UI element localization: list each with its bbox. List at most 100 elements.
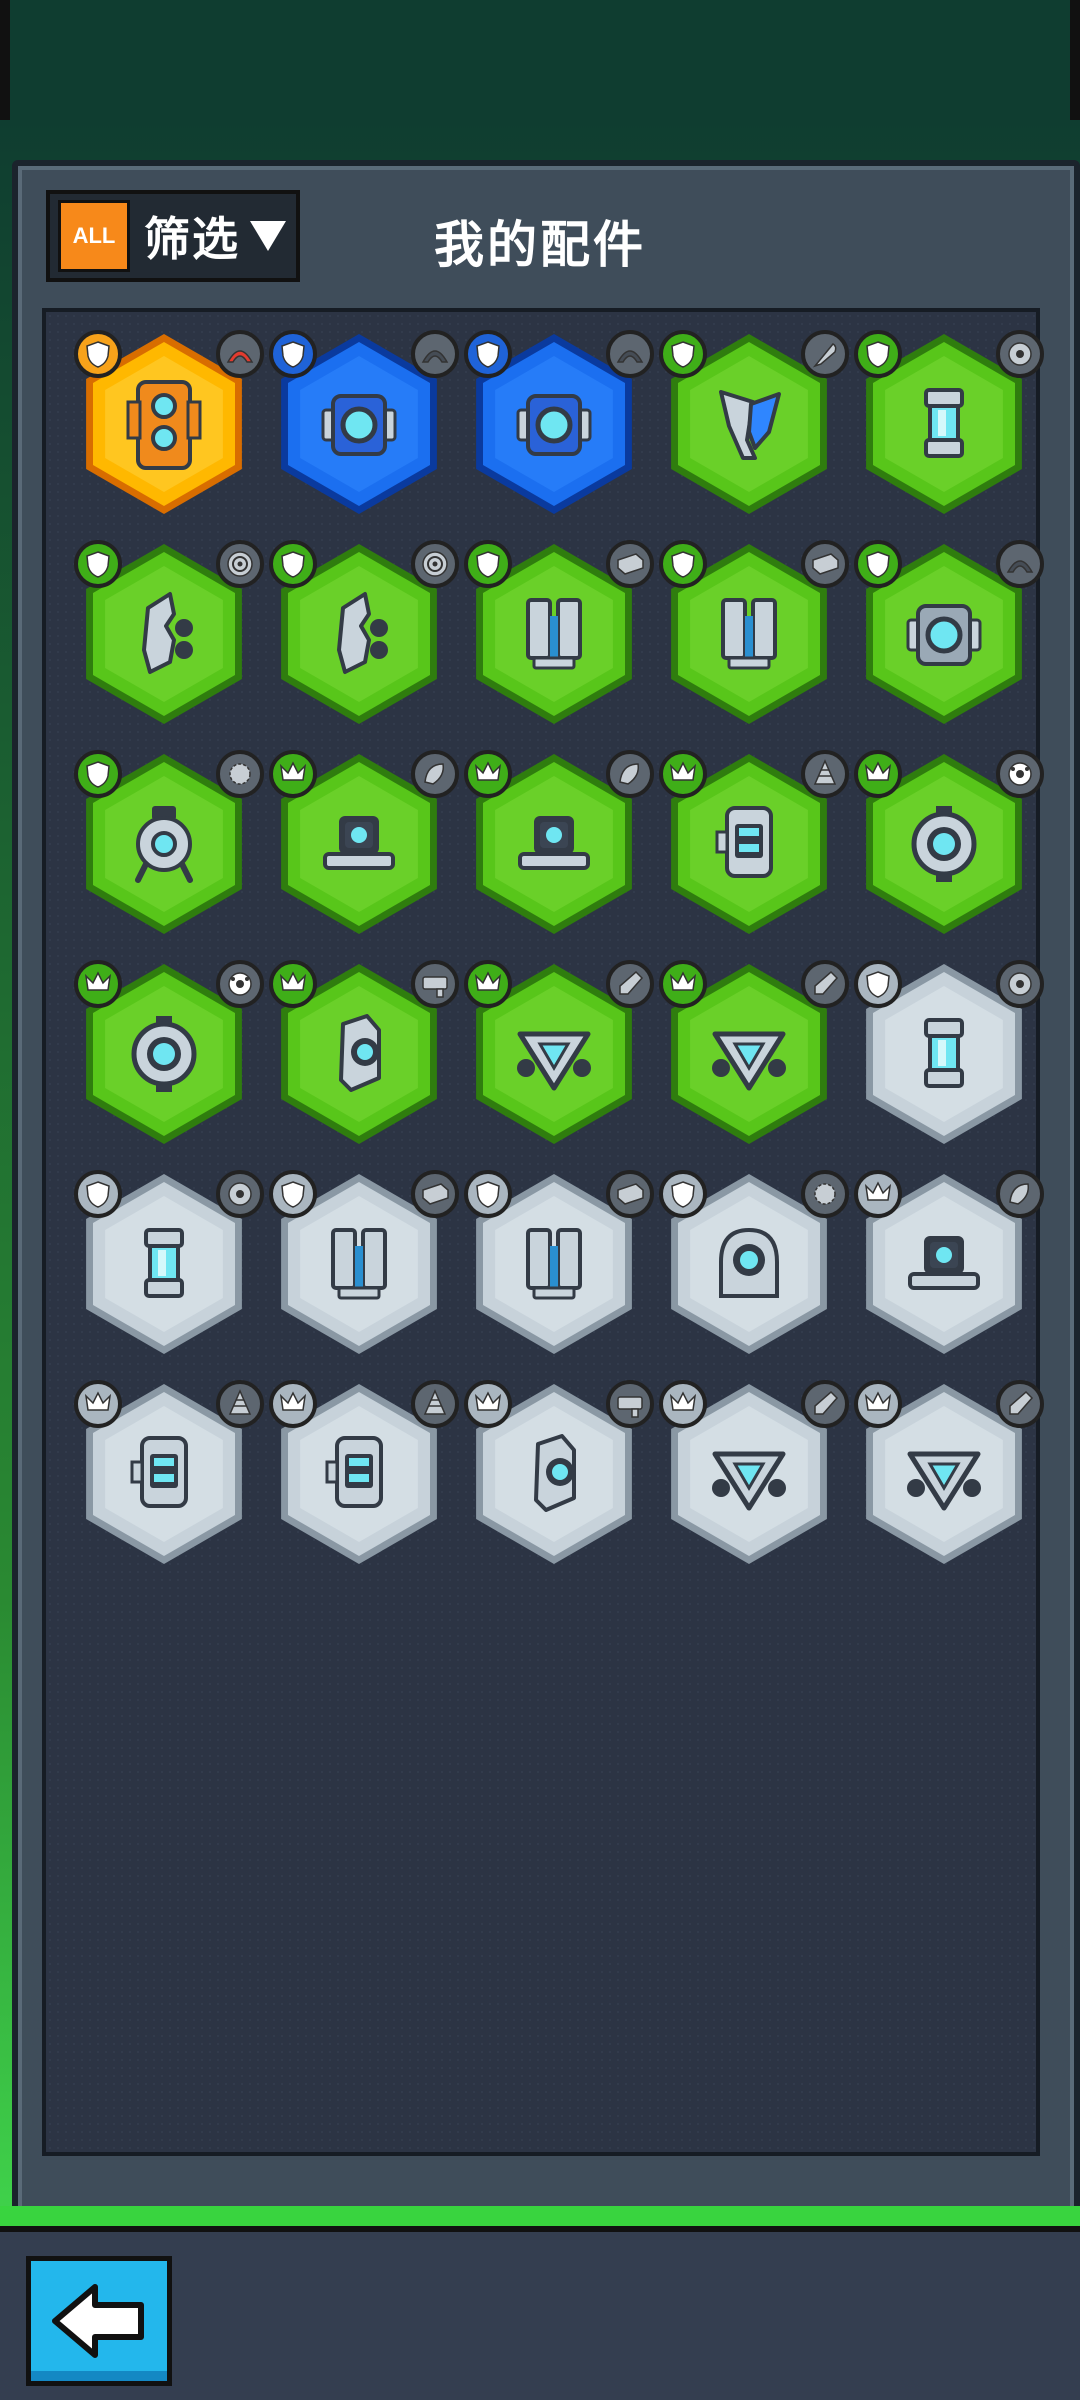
shield-icon (74, 750, 122, 798)
back-button[interactable] (26, 2256, 172, 2386)
shell-icon (411, 750, 459, 798)
shield-icon (74, 330, 122, 378)
drill-icon (216, 1380, 264, 1428)
part-tile-twin-pillar[interactable] (456, 530, 654, 740)
gear-star-icon (996, 330, 1044, 378)
crown-icon (269, 750, 317, 798)
part-tile-eye-ring[interactable] (846, 740, 1044, 950)
crown-icon (659, 960, 707, 1008)
part-tile-cabinet[interactable] (261, 1370, 459, 1580)
shield-icon (659, 1170, 707, 1218)
turbine-icon (216, 540, 264, 588)
gun-icon (606, 1380, 654, 1428)
part-tile-core-cube[interactable] (456, 320, 654, 530)
parts-grid (66, 320, 1044, 1580)
part-tile-eye-pod[interactable] (456, 1370, 654, 1580)
ball-icon (216, 960, 264, 1008)
shield-icon (659, 540, 707, 588)
crown-icon (659, 1380, 707, 1428)
crown-icon (269, 1380, 317, 1428)
crown-icon (464, 960, 512, 1008)
part-tile-twin-pillar[interactable] (651, 530, 849, 740)
filter-button[interactable]: ALL 筛选 (46, 190, 300, 282)
part-tile-side-claw[interactable] (66, 530, 264, 740)
part-tile-eye-dome[interactable] (651, 1160, 849, 1370)
helmet-gray-icon (606, 330, 654, 378)
part-tile-core-cube[interactable] (846, 530, 1044, 740)
bottom-separator (0, 2206, 1080, 2226)
turbine-icon (411, 540, 459, 588)
part-tile-side-claw[interactable] (261, 530, 459, 740)
drill-icon (801, 750, 849, 798)
part-tile-tri-emitter[interactable] (456, 950, 654, 1160)
part-tile-tri-emitter[interactable] (846, 1370, 1044, 1580)
page-title: 我的配件 (434, 217, 646, 273)
part-tile-twin-eye-block[interactable] (66, 320, 264, 530)
part-tile-tri-emitter[interactable] (651, 950, 849, 1160)
part-tile-cabinet[interactable] (66, 1370, 264, 1580)
top-bar (0, 0, 1080, 120)
ball-icon (996, 750, 1044, 798)
part-tile-cabinet[interactable] (651, 740, 849, 950)
shield-icon (464, 540, 512, 588)
crown-icon (659, 750, 707, 798)
shell-icon (996, 1170, 1044, 1218)
crown-icon (854, 1170, 902, 1218)
part-tile-twin-pillar[interactable] (261, 1160, 459, 1370)
part-tile-core-cube[interactable] (261, 320, 459, 530)
part-tile-eye-walker[interactable] (66, 740, 264, 950)
part-tile-tri-emitter[interactable] (651, 1370, 849, 1580)
bottle-icon (801, 960, 849, 1008)
part-tile-twin-pillar[interactable] (456, 1160, 654, 1370)
bottle-icon (996, 1380, 1044, 1428)
feather-icon (801, 330, 849, 378)
part-tile-eye-ring[interactable] (66, 950, 264, 1160)
crown-icon (74, 960, 122, 1008)
shield-icon (74, 540, 122, 588)
brick-icon (606, 1170, 654, 1218)
crown-icon (854, 1380, 902, 1428)
helmet-gray-icon (996, 540, 1044, 588)
brick-icon (801, 540, 849, 588)
brick-icon (606, 540, 654, 588)
filter-all-badge: ALL (58, 200, 130, 272)
shield-icon (854, 960, 902, 1008)
shell-icon (606, 750, 654, 798)
shield-icon (854, 540, 902, 588)
gear-star-icon (996, 960, 1044, 1008)
part-tile-capsule-tube[interactable] (846, 950, 1044, 1160)
spiky-icon (216, 750, 264, 798)
crown-icon (74, 1380, 122, 1428)
brick-icon (411, 1170, 459, 1218)
shield-icon (464, 1170, 512, 1218)
helmet-red-icon (216, 330, 264, 378)
spiky-icon (801, 1170, 849, 1218)
shield-icon (464, 330, 512, 378)
drill-icon (411, 1380, 459, 1428)
part-tile-dome-base[interactable] (261, 740, 459, 950)
gear-star-icon (216, 1170, 264, 1218)
crown-icon (464, 1380, 512, 1428)
bottle-icon (801, 1380, 849, 1428)
part-tile-angled-plate[interactable] (651, 320, 849, 530)
shield-icon (854, 330, 902, 378)
shield-icon (74, 1170, 122, 1218)
crown-icon (464, 750, 512, 798)
shield-icon (659, 330, 707, 378)
part-tile-dome-base[interactable] (846, 1160, 1044, 1370)
gun-icon (411, 960, 459, 1008)
part-tile-dome-base[interactable] (456, 740, 654, 950)
bottle-icon (606, 960, 654, 1008)
helmet-gray-icon (411, 330, 459, 378)
dropdown-triangle-icon (250, 221, 286, 251)
shield-icon (269, 540, 317, 588)
crown-icon (269, 960, 317, 1008)
part-tile-capsule-tube[interactable] (846, 320, 1044, 530)
back-arrow-icon (52, 2284, 144, 2358)
shield-icon (269, 1170, 317, 1218)
shield-icon (269, 330, 317, 378)
part-tile-capsule-tube[interactable] (66, 1160, 264, 1370)
crown-icon (854, 750, 902, 798)
part-tile-eye-pod[interactable] (261, 950, 459, 1160)
parts-grid-area[interactable] (42, 308, 1044, 2156)
